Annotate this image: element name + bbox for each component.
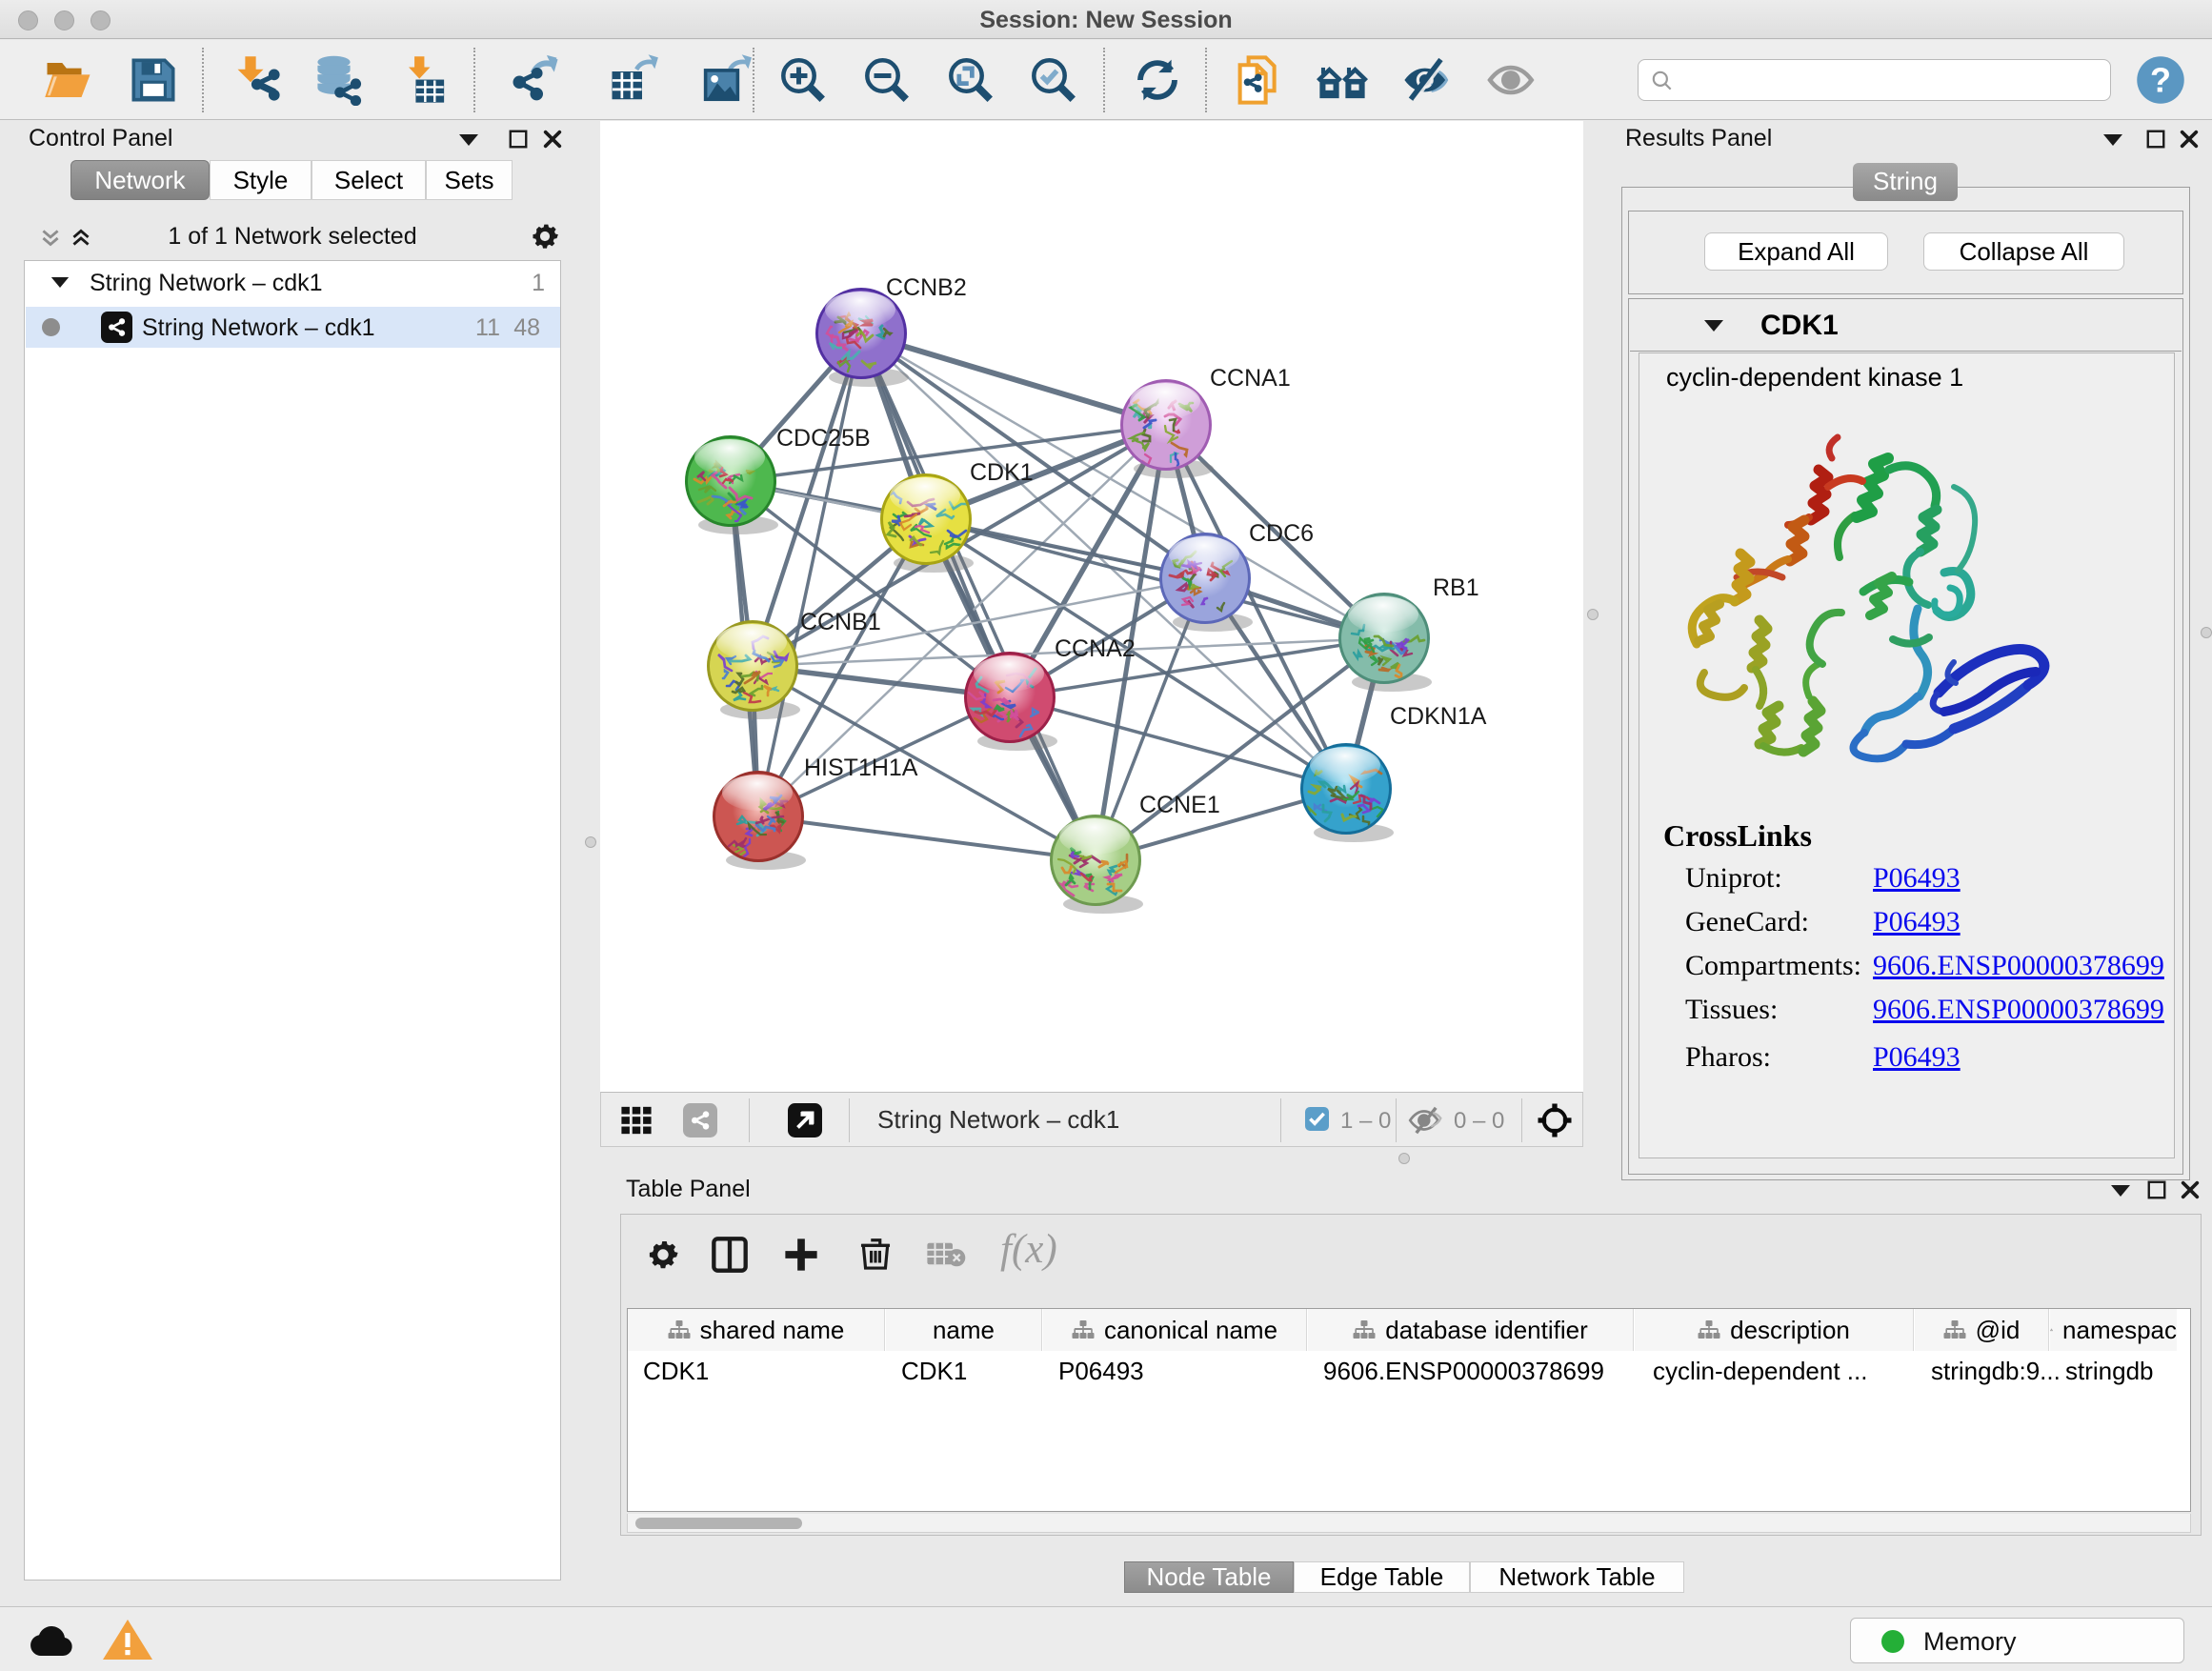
svg-text:CCNB2: CCNB2 — [886, 274, 967, 301]
svg-text:CDK1: CDK1 — [970, 459, 1034, 486]
svg-text:HIST1H1A: HIST1H1A — [804, 755, 918, 781]
svg-text:CDC6: CDC6 — [1249, 520, 1314, 547]
svg-text:CDKN1A: CDKN1A — [1390, 703, 1487, 730]
svg-text:CDC25B: CDC25B — [776, 425, 871, 452]
svg-text:CCNA1: CCNA1 — [1210, 365, 1291, 392]
svg-text:CCNE1: CCNE1 — [1139, 792, 1220, 818]
svg-text:?: ? — [2150, 60, 2171, 99]
svg-text:CCNB1: CCNB1 — [800, 609, 881, 635]
svg-text:CCNA2: CCNA2 — [1055, 635, 1136, 662]
svg-text:RB1: RB1 — [1433, 574, 1479, 601]
